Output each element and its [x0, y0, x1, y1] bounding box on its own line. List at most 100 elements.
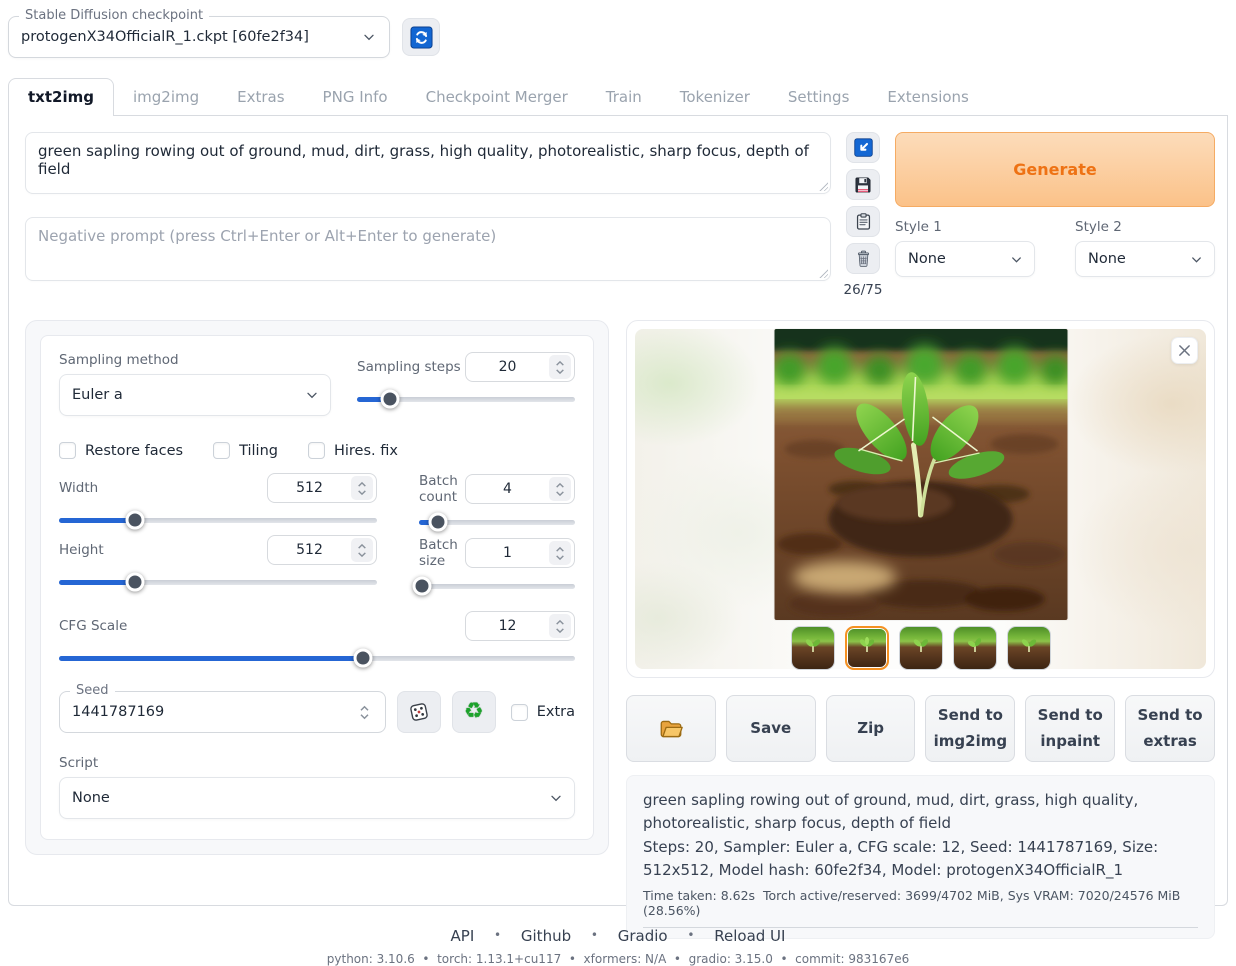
apply-style-icon	[854, 212, 873, 231]
chevron-down-icon	[304, 387, 320, 403]
batch-size-slider[interactable]	[419, 577, 575, 595]
save-style-button[interactable]	[846, 169, 880, 200]
footer-link-reload-ui[interactable]: Reload UI	[714, 927, 785, 945]
generation-info-params: Steps: 20, Sampler: Euler a, CFG scale: …	[643, 836, 1198, 883]
tiling-checkbox[interactable]: Tiling	[213, 442, 278, 459]
stepper-arrows[interactable]	[549, 477, 571, 501]
checkbox-box[interactable]	[511, 704, 528, 721]
footer-link-gradio[interactable]: Gradio	[618, 927, 668, 945]
tab-txt2img[interactable]: txt2img	[8, 78, 114, 116]
generated-image[interactable]	[774, 329, 1067, 620]
footer-link-github[interactable]: Github	[521, 927, 571, 945]
stepper-arrows[interactable]	[351, 476, 373, 500]
slider-thumb[interactable]	[354, 649, 373, 668]
cfg-scale-slider[interactable]	[59, 649, 575, 667]
slider-thumb[interactable]	[380, 390, 399, 409]
width-field: Width 512	[59, 473, 377, 529]
sampling-method-dropdown[interactable]: Euler a	[59, 374, 331, 416]
feature-checkboxes: Restore faces Tiling Hires. fix	[59, 442, 575, 459]
send-to-img2img-button[interactable]: Send to img2img	[925, 695, 1015, 762]
style2-value: None	[1088, 251, 1189, 267]
height-input[interactable]: 512	[267, 535, 377, 565]
generate-column: Generate Style 1 None Style 2	[895, 132, 1215, 298]
clear-prompt-button[interactable]	[846, 243, 880, 274]
tab-settings[interactable]: Settings	[769, 79, 869, 115]
close-gallery-button[interactable]	[1171, 337, 1198, 364]
stepper-arrows[interactable]	[549, 614, 571, 638]
script-dropdown[interactable]: None	[59, 777, 575, 819]
send-to-extras-button[interactable]: Send to extras	[1125, 695, 1215, 762]
footer-link-api[interactable]: API	[451, 927, 475, 945]
height-slider[interactable]	[59, 573, 377, 591]
stepper-arrows[interactable]	[549, 355, 571, 379]
tiling-label: Tiling	[239, 443, 278, 459]
checkpoint-dropdown[interactable]: Stable Diffusion checkpoint protogenX34O…	[8, 16, 390, 58]
output-buttons: Save Zip Send to img2img Send to inpaint…	[626, 695, 1215, 762]
extra-seed-checkbox[interactable]: Extra	[511, 704, 575, 721]
slider-thumb[interactable]	[428, 513, 447, 532]
tab-img2img[interactable]: img2img	[114, 79, 218, 115]
batch-size-input[interactable]: 1	[465, 538, 575, 568]
slider-thumb[interactable]	[413, 577, 432, 596]
tab-train[interactable]: Train	[587, 79, 661, 115]
restore-faces-label: Restore faces	[85, 443, 183, 459]
style1-dropdown[interactable]: None	[895, 241, 1035, 277]
tab-extensions[interactable]: Extensions	[868, 79, 987, 115]
stepper-arrows[interactable]	[351, 538, 373, 562]
paste-generation-params-button[interactable]	[846, 132, 880, 163]
seed-input[interactable]: Seed 1441787169	[59, 691, 386, 733]
checkpoint-bar: Stable Diffusion checkpoint protogenX34O…	[0, 0, 1236, 58]
extra-label: Extra	[537, 704, 575, 720]
width-slider[interactable]	[59, 511, 377, 529]
restore-faces-checkbox[interactable]: Restore faces	[59, 442, 183, 459]
reuse-seed-button[interactable]: ♻	[452, 691, 496, 733]
width-label: Width	[59, 480, 267, 496]
seed-row: Seed 1441787169	[59, 691, 575, 733]
tab-png-info[interactable]: PNG Info	[304, 79, 407, 115]
save-button[interactable]: Save	[726, 695, 816, 762]
width-input[interactable]: 512	[267, 473, 377, 503]
checkbox-box[interactable]	[308, 442, 325, 459]
sampling-steps-slider[interactable]	[357, 390, 575, 408]
tab-checkpoint-merger[interactable]: Checkpoint Merger	[407, 79, 587, 115]
tab-tokenizer[interactable]: Tokenizer	[661, 79, 769, 115]
generate-button[interactable]: Generate	[895, 132, 1215, 207]
zip-button-label: Zip	[857, 716, 884, 742]
gallery-thumbnail-4[interactable]	[953, 626, 997, 670]
cfg-scale-input[interactable]: 12	[465, 611, 575, 641]
batch-count-slider[interactable]	[419, 513, 575, 531]
close-icon	[1178, 344, 1191, 357]
dice-icon	[408, 701, 430, 723]
tab-extras[interactable]: Extras	[218, 79, 303, 115]
stepper-arrows[interactable]	[549, 541, 571, 565]
gallery-thumbnail-1[interactable]	[791, 626, 835, 670]
gallery-thumbnail-2-selected[interactable]	[845, 626, 889, 670]
gallery-thumbnail-5[interactable]	[1007, 626, 1051, 670]
gallery-thumbnail-3[interactable]	[899, 626, 943, 670]
stepper-arrows[interactable]	[354, 700, 376, 724]
generation-info-stats: Time taken: 8.62s Torch active/reserved:…	[643, 888, 1198, 928]
seed-value: 1441787169	[72, 704, 354, 720]
checkbox-box[interactable]	[213, 442, 230, 459]
refresh-checkpoints-button[interactable]	[402, 18, 440, 56]
open-folder-button[interactable]	[626, 695, 716, 762]
style-row: Style 1 None Style 2 None	[895, 219, 1215, 277]
zip-button[interactable]: Zip	[826, 695, 916, 762]
slider-thumb[interactable]	[126, 573, 145, 592]
negative-prompt-input[interactable]	[25, 217, 831, 281]
batch-count-input[interactable]: 4	[465, 474, 575, 504]
style2-dropdown[interactable]: None	[1075, 241, 1215, 277]
sampling-steps-input[interactable]: 20	[465, 352, 575, 382]
send-to-inpaint-button[interactable]: Send to inpaint	[1025, 695, 1115, 762]
style1-field: Style 1 None	[895, 219, 1035, 277]
apply-style-button[interactable]	[846, 206, 880, 237]
prompt-input[interactable]: green sapling rowing out of ground, mud,…	[25, 132, 831, 194]
checkbox-box[interactable]	[59, 442, 76, 459]
script-label: Script	[59, 755, 575, 771]
slider-thumb[interactable]	[126, 511, 145, 530]
batch-count-label: Batch count	[419, 473, 465, 505]
prompt-row: green sapling rowing out of ground, mud,…	[25, 132, 1215, 298]
hires-fix-checkbox[interactable]: Hires. fix	[308, 442, 398, 459]
cfg-scale-value: 12	[466, 618, 549, 634]
random-seed-button[interactable]	[397, 691, 441, 733]
